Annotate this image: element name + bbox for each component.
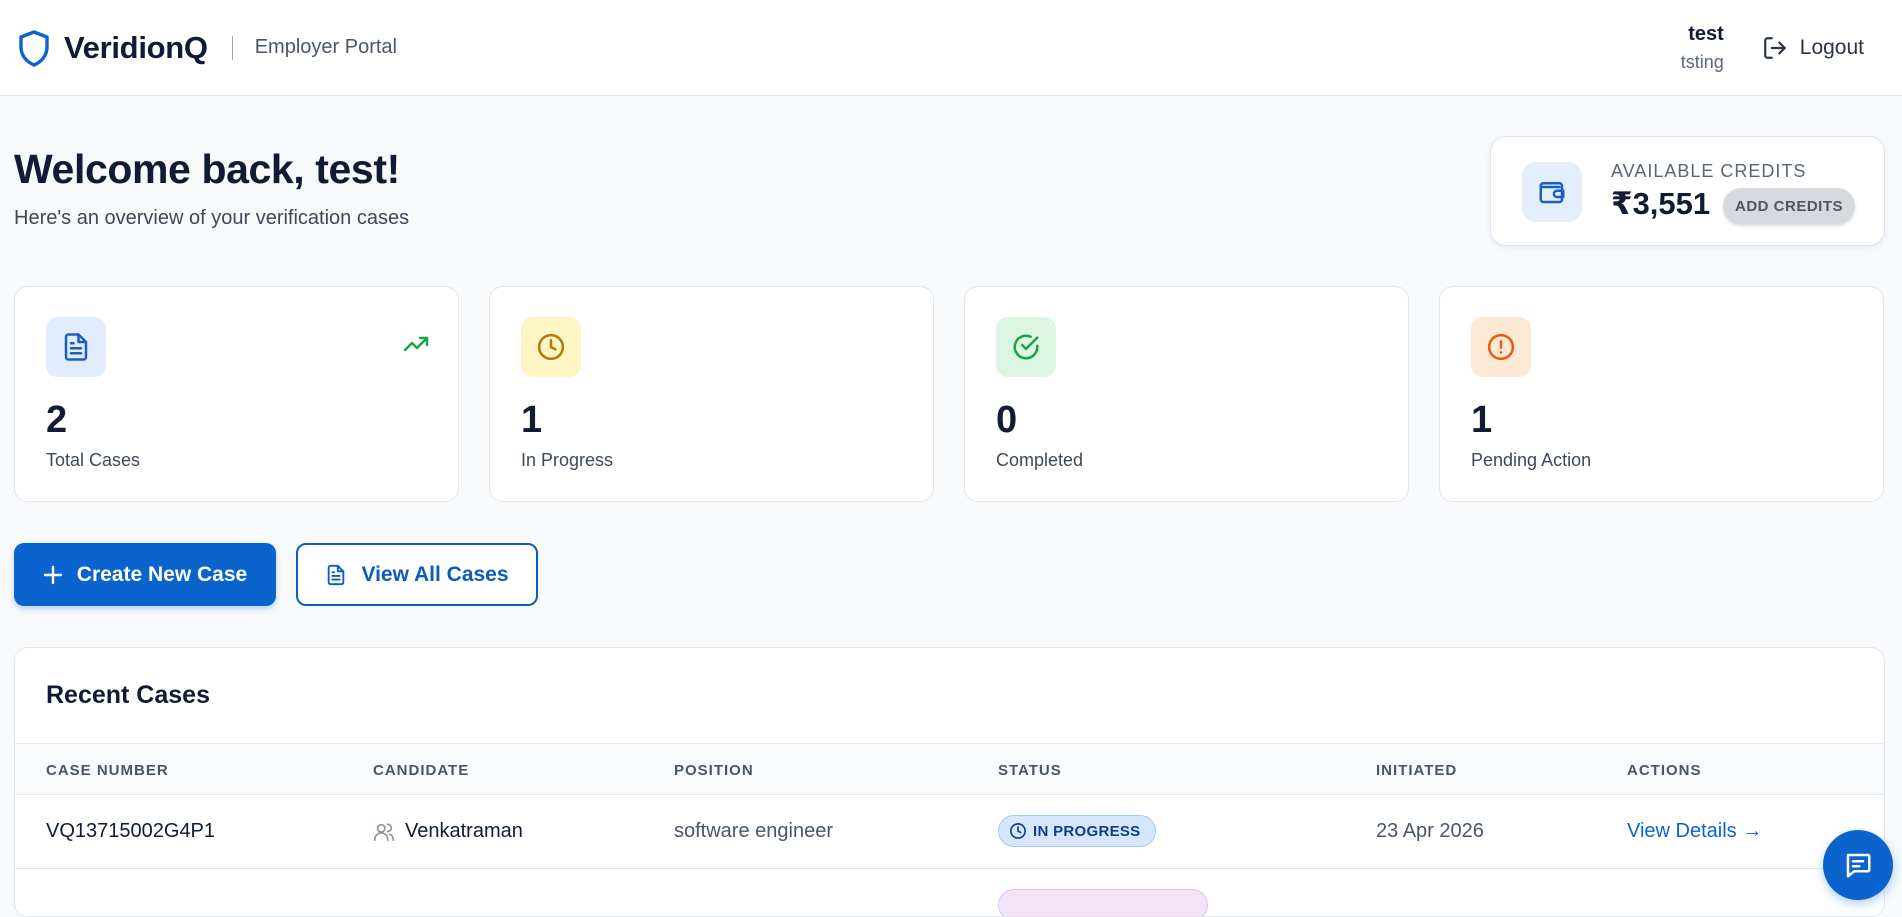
table-row[interactable] <box>15 869 1884 916</box>
user-info: test tsting <box>1681 23 1724 73</box>
stat-label: Completed <box>996 450 1084 470</box>
candidate-cell: Venkatraman <box>373 820 523 843</box>
initiated-date: 23 Apr 2026 <box>1376 820 1484 842</box>
view-details-link[interactable]: View Details → <box>1627 820 1762 843</box>
header-user-area: test tsting Logout <box>1681 0 1864 96</box>
stat-label: Pending Action <box>1471 450 1592 470</box>
alert-circle-icon <box>1471 317 1531 377</box>
status-label: IN PROGRESS <box>1033 822 1141 840</box>
table-row[interactable]: VQ13715002G4P1 Venkatraman software engi… <box>15 795 1884 869</box>
stat-card-pending-action[interactable]: 1 Pending Action <box>1439 286 1884 502</box>
stat-card-in-progress[interactable]: 1 In Progress <box>489 286 934 502</box>
recent-cases-title: Recent Cases <box>46 681 210 709</box>
clock-icon <box>521 317 581 377</box>
stat-value: 1 <box>521 399 543 441</box>
document-icon <box>328 564 345 585</box>
credits-amount: ₹3,551 <box>1611 186 1711 221</box>
stat-label: In Progress <box>521 450 614 470</box>
position-value: software engineer <box>674 820 833 842</box>
stat-card-total-cases[interactable]: 2 Total Cases <box>14 286 459 502</box>
column-header-case-number: CASE NUMBER <box>46 762 169 779</box>
stat-value: 0 <box>996 399 1018 441</box>
credits-label: AVAILABLE CREDITS <box>1611 161 1807 181</box>
column-header-actions: ACTIONS <box>1627 762 1702 779</box>
stat-card-completed[interactable]: 0 Completed <box>964 286 1409 502</box>
case-number: VQ13715002G4P1 <box>46 820 216 842</box>
plus-icon <box>43 565 62 584</box>
user-org: tsting <box>1680 52 1724 72</box>
create-new-case-button[interactable]: Create New Case <box>14 543 276 606</box>
status-badge <box>998 889 1208 916</box>
page-title: Welcome back, test! <box>14 146 400 192</box>
column-header-initiated: INITIATED <box>1376 762 1458 779</box>
column-header-status: STATUS <box>998 762 1062 779</box>
clock-icon <box>1010 823 1026 839</box>
stat-label: Total Cases <box>46 450 141 470</box>
column-header-position: POSITION <box>674 762 754 779</box>
user-icon <box>374 822 394 841</box>
column-header-candidate: CANDIDATE <box>373 762 470 779</box>
logout-button[interactable]: Logout <box>1762 35 1864 61</box>
brand-divider <box>231 35 233 60</box>
top-header: VeridionQ Employer Portal test tsting Lo… <box>0 0 1902 96</box>
recent-cases-panel: Recent Cases CASE NUMBER CANDIDATE POSIT… <box>14 647 1885 917</box>
wallet-icon <box>1522 162 1582 222</box>
view-all-cases-button[interactable]: View All Cases <box>296 543 538 606</box>
view-all-cases-label: View All Cases <box>361 562 509 586</box>
trending-up-icon <box>403 335 429 358</box>
brand-name: VeridionQ <box>64 29 208 65</box>
logout-label: Logout <box>1799 36 1864 59</box>
create-new-case-label: Create New Case <box>76 562 248 586</box>
candidate-name: Venkatraman <box>405 820 523 842</box>
add-credits-button[interactable]: ADD CREDITS <box>1723 188 1855 224</box>
page-subtitle: Here's an overview of your verification … <box>14 207 410 229</box>
stat-value: 2 <box>46 399 68 441</box>
document-icon <box>46 317 106 377</box>
check-circle-icon <box>996 317 1056 377</box>
logout-icon <box>1763 37 1786 59</box>
brand[interactable]: VeridionQ Employer Portal <box>18 29 397 67</box>
status-badge: IN PROGRESS <box>998 815 1156 847</box>
table-header: CASE NUMBER CANDIDATE POSITION STATUS IN… <box>15 743 1884 795</box>
shield-icon <box>18 29 50 67</box>
user-name: test <box>1688 23 1724 45</box>
portal-label: Employer Portal <box>254 36 397 58</box>
chat-icon <box>1846 853 1871 878</box>
stat-value: 1 <box>1471 399 1493 441</box>
chat-button[interactable] <box>1823 830 1893 900</box>
credits-card: AVAILABLE CREDITS ₹3,551 ADD CREDITS <box>1490 136 1885 246</box>
